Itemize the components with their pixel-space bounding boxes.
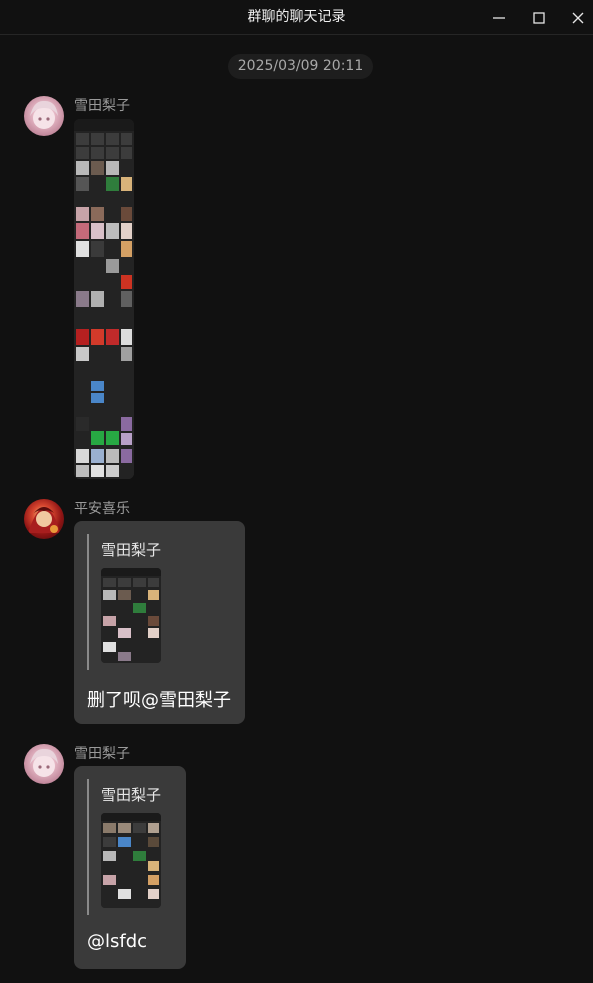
quoted-image-thumbnail[interactable] — [101, 813, 161, 908]
minimize-button[interactable] — [480, 0, 518, 35]
screenshot-collage — [74, 119, 134, 479]
message-text: 删了呗@雪田梨子 — [87, 690, 231, 711]
close-icon — [572, 12, 584, 23]
quoted-sender-name: 雪田梨子 — [101, 786, 162, 804]
reply-message-bubble[interactable]: 雪田梨子 @lsfdc — [74, 766, 186, 969]
avatar-image — [30, 100, 58, 129]
message-timestamp: 2025/03/09 20:11 — [228, 54, 373, 79]
quoted-sender-name: 雪田梨子 — [101, 541, 162, 559]
close-button[interactable] — [559, 0, 593, 35]
avatar-image — [30, 748, 58, 777]
quoted-screenshot — [101, 568, 161, 663]
maximize-button[interactable] — [520, 0, 558, 35]
message-text: @lsfdc — [87, 931, 148, 952]
long-screenshot-image[interactable] — [74, 119, 134, 479]
reply-message-bubble[interactable]: 雪田梨子 删了呗@雪田梨子 — [74, 521, 245, 724]
minimize-icon — [493, 16, 505, 19]
chat-history-window: 群聊的聊天记录 2025/03/09 20:11 雪田梨子 平安喜乐 雪田梨子 … — [0, 0, 593, 983]
quote-bar — [87, 534, 89, 670]
maximize-icon — [533, 11, 545, 24]
title-bar: 群聊的聊天记录 — [0, 0, 593, 35]
sender-name: 雪田梨子 — [74, 746, 130, 762]
sender-name: 雪田梨子 — [74, 98, 130, 114]
avatar[interactable] — [24, 96, 64, 136]
avatar-image — [28, 507, 60, 533]
avatar[interactable] — [24, 744, 64, 784]
quote-bar — [87, 779, 89, 915]
quoted-image-thumbnail[interactable] — [101, 568, 161, 663]
quoted-screenshot — [101, 813, 161, 908]
sender-name: 平安喜乐 — [74, 501, 130, 517]
avatar[interactable] — [24, 499, 64, 539]
